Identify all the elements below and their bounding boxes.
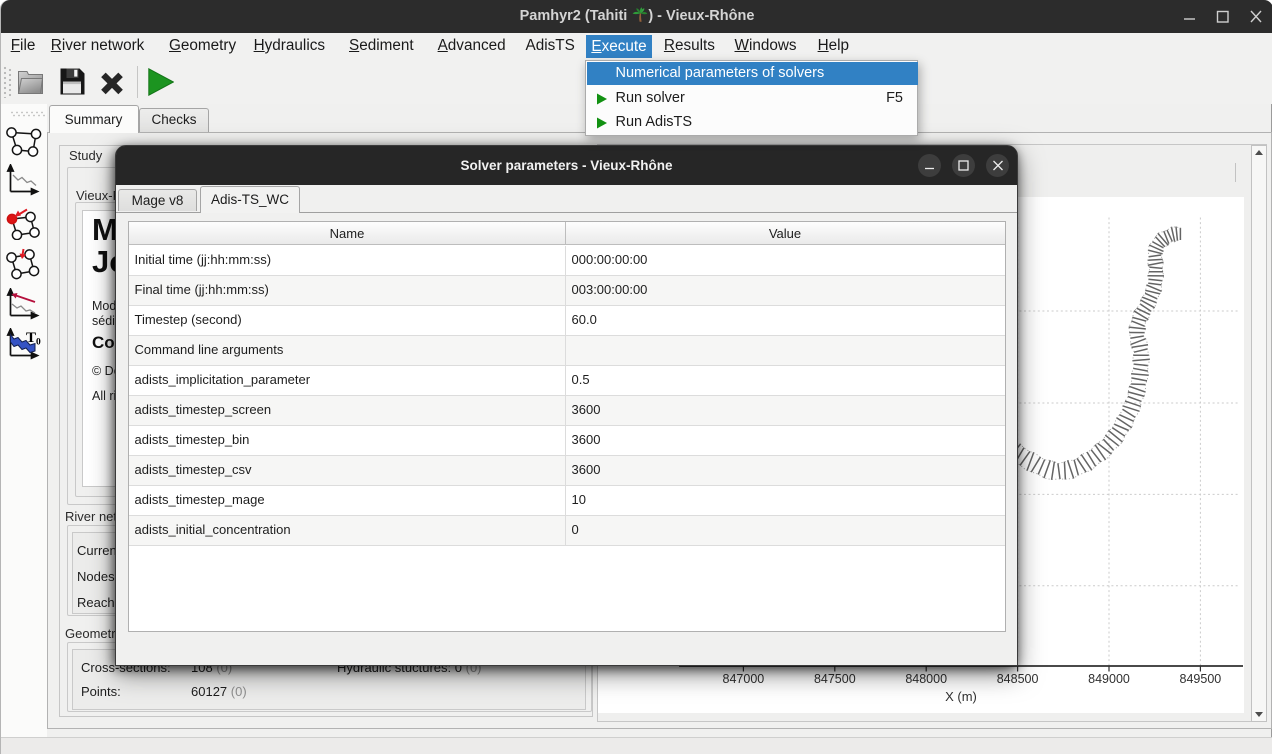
svg-text:847000: 847000 bbox=[723, 672, 765, 686]
svg-text:T: T bbox=[26, 330, 36, 346]
svg-text:0: 0 bbox=[36, 338, 41, 348]
svg-text:849000: 849000 bbox=[1088, 672, 1130, 686]
svg-text:848000: 848000 bbox=[905, 672, 947, 686]
svg-text:X (m): X (m) bbox=[945, 689, 977, 704]
svg-text:849500: 849500 bbox=[1180, 672, 1222, 686]
svg-text:848500: 848500 bbox=[997, 672, 1039, 686]
svg-text:847500: 847500 bbox=[814, 672, 856, 686]
